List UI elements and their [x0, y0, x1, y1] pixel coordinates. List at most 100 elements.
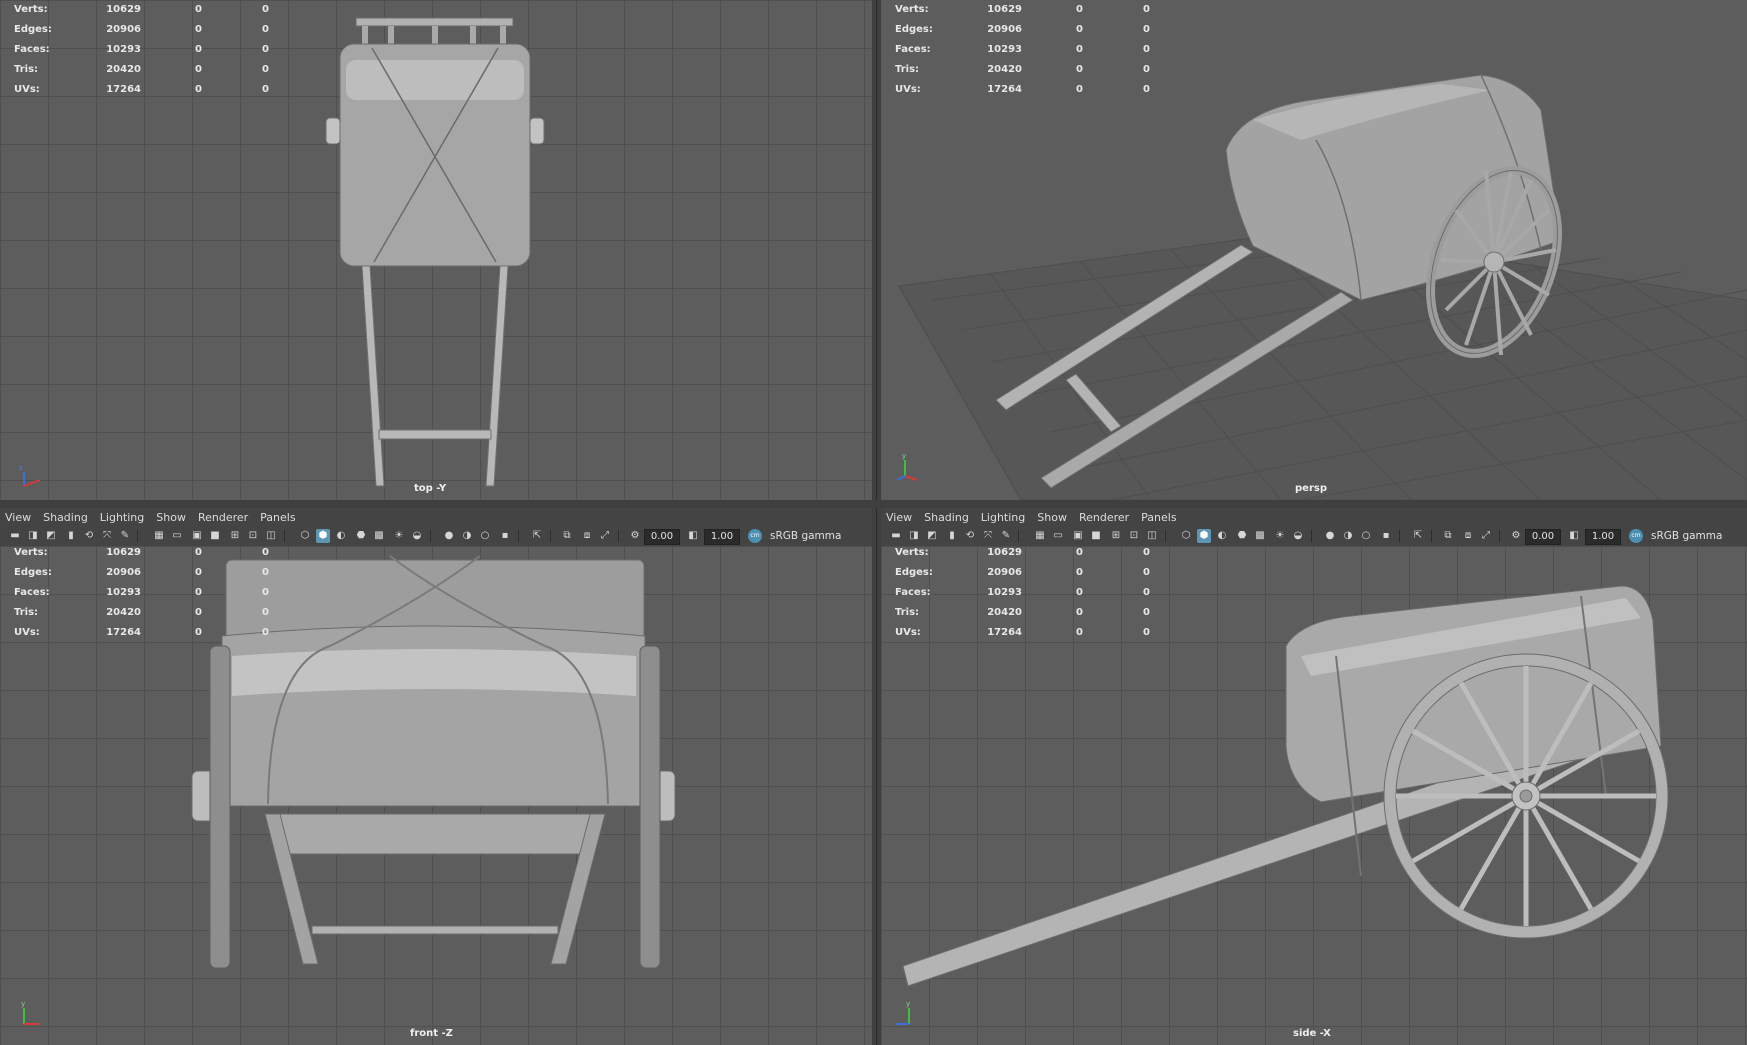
exposure-icon[interactable]: ⚙ — [628, 529, 642, 543]
menu-renderer[interactable]: Renderer — [193, 508, 255, 526]
xray-icon[interactable]: ● — [442, 529, 456, 543]
grid-icon[interactable]: ▦ — [1033, 529, 1047, 543]
color-space-label[interactable]: sRGB gamma — [1651, 530, 1722, 542]
image-plane-icon[interactable]: ⟲ — [963, 529, 977, 543]
camera-lock-icon[interactable]: ◩ — [44, 529, 58, 543]
edges-value: 20906 — [106, 24, 141, 35]
motion-blur-icon[interactable]: ▪ — [1379, 529, 1393, 543]
menu-panels[interactable]: Panels — [255, 508, 302, 526]
lighting-icon[interactable]: ☀ — [392, 529, 406, 543]
textured-icon[interactable]: ⬣ — [354, 529, 368, 543]
camera-icon[interactable]: ▬ — [889, 529, 903, 543]
isolate-select-icon[interactable]: ⇱ — [1411, 529, 1425, 543]
viewport-splitter-horizontal[interactable] — [0, 500, 1747, 508]
tris-label: Tris: — [895, 607, 920, 618]
viewport-splitter-vertical[interactable] — [872, 0, 881, 1045]
panel-toolbar: ▬ ◨ ◩ ▮ ⟲ ⤧ ✎ ▦ ▭ ▣ ■ ⊞ ⊡ ◫ ⬡ ⬢ ◐ ⬣ ▩ ☀ … — [881, 526, 1747, 547]
grid-icon[interactable]: ▦ — [152, 529, 166, 543]
gate-mask-icon[interactable]: ■ — [208, 529, 222, 543]
camera-lock-icon[interactable]: ◩ — [925, 529, 939, 543]
motion-blur-icon[interactable]: ▪ — [498, 529, 512, 543]
frame-selection-icon[interactable]: ⧈ — [580, 529, 594, 543]
gamma-icon[interactable]: ◧ — [686, 529, 700, 543]
uvs-value: 17264 — [987, 84, 1022, 95]
edges-value: 20906 — [987, 567, 1022, 578]
camera-icon[interactable]: ▬ — [8, 529, 22, 543]
menu-shading[interactable]: Shading — [38, 508, 95, 526]
wireframe-on-shaded-icon[interactable]: ◐ — [1215, 529, 1229, 543]
ambient-occlusion-icon[interactable]: ○ — [1359, 529, 1373, 543]
smooth-shade-icon[interactable]: ⬢ — [316, 529, 330, 543]
frame-all-icon[interactable]: ⧉ — [1441, 529, 1455, 543]
gamma-field[interactable]: 1.00 — [704, 529, 740, 545]
menu-view[interactable]: View — [0, 508, 38, 526]
two-d-pan-icon[interactable]: ⤧ — [100, 529, 114, 543]
viewport-top[interactable]: Verts: 10629 0 0 Edges: 20906 0 0 Faces: 10293 0… — [0, 0, 872, 500]
menu-renderer[interactable]: Renderer — [1074, 508, 1136, 526]
xray-joints-icon[interactable]: ◑ — [1341, 529, 1355, 543]
film-gate-icon[interactable]: ▭ — [1051, 529, 1065, 543]
safe-action-icon[interactable]: ⊡ — [246, 529, 260, 543]
wireframe-icon[interactable]: ⬡ — [1179, 529, 1193, 543]
menu-lighting[interactable]: Lighting — [95, 508, 151, 526]
safe-title-icon[interactable]: ◫ — [1145, 529, 1159, 543]
menu-show[interactable]: Show — [1032, 508, 1074, 526]
frame-all-icon[interactable]: ⧉ — [560, 529, 574, 543]
field-chart-icon[interactable]: ⊞ — [1109, 529, 1123, 543]
viewport-front[interactable]: View Shading Lighting Show Renderer Panels ▬ … — [0, 508, 872, 1045]
wireframe-icon[interactable]: ⬡ — [298, 529, 312, 543]
high-quality-icon[interactable]: ⤢ — [598, 529, 612, 543]
grease-pencil-icon[interactable]: ✎ — [118, 529, 132, 543]
use-all-lights-icon[interactable]: ▩ — [1253, 529, 1267, 543]
viewport-side[interactable]: View Shading Lighting Show Renderer Panels ▬ … — [881, 508, 1747, 1045]
textured-icon[interactable]: ⬣ — [1235, 529, 1249, 543]
gate-mask-icon[interactable]: ■ — [1089, 529, 1103, 543]
frame-selection-icon[interactable]: ⧈ — [1461, 529, 1475, 543]
color-space-label[interactable]: sRGB gamma — [770, 530, 841, 542]
resolution-gate-icon[interactable]: ▣ — [1071, 529, 1085, 543]
viewport-persp[interactable]: Verts: 10629 0 0 Edges: 20906 0 0 Faces: 10293 0… — [881, 0, 1747, 500]
menu-shading[interactable]: Shading — [919, 508, 976, 526]
camera-attributes-icon[interactable]: ◨ — [907, 529, 921, 543]
edges-selected: 0 — [1076, 24, 1083, 35]
wireframe-on-shaded-icon[interactable]: ◐ — [334, 529, 348, 543]
faces-label: Faces: — [895, 587, 931, 598]
menu-show[interactable]: Show — [151, 508, 193, 526]
lighting-icon[interactable]: ☀ — [1273, 529, 1287, 543]
smooth-shade-icon[interactable]: ⬢ — [1197, 529, 1211, 543]
shadows-icon[interactable]: ◒ — [1291, 529, 1305, 543]
faces-value: 10293 — [106, 587, 141, 598]
safe-title-icon[interactable]: ◫ — [264, 529, 278, 543]
exposure-field[interactable]: 0.00 — [644, 529, 680, 545]
exposure-icon[interactable]: ⚙ — [1509, 529, 1523, 543]
ambient-occlusion-icon[interactable]: ○ — [478, 529, 492, 543]
menu-panels[interactable]: Panels — [1136, 508, 1183, 526]
bookmark-icon[interactable]: ▮ — [945, 529, 959, 543]
camera-attributes-icon[interactable]: ◨ — [26, 529, 40, 543]
use-all-lights-icon[interactable]: ▩ — [372, 529, 386, 543]
film-gate-icon[interactable]: ▭ — [170, 529, 184, 543]
color-management-icon[interactable]: cm — [1629, 529, 1643, 543]
xray-joints-icon[interactable]: ◑ — [460, 529, 474, 543]
exposure-field[interactable]: 0.00 — [1525, 529, 1561, 545]
edges-selected: 0 — [195, 567, 202, 578]
edges-selected: 0 — [1076, 567, 1083, 578]
uvs-value: 17264 — [106, 627, 141, 638]
xray-icon[interactable]: ● — [1323, 529, 1337, 543]
bookmark-icon[interactable]: ▮ — [64, 529, 78, 543]
gamma-icon[interactable]: ◧ — [1567, 529, 1581, 543]
menu-lighting[interactable]: Lighting — [976, 508, 1032, 526]
color-management-icon[interactable]: cm — [748, 529, 762, 543]
two-d-pan-icon[interactable]: ⤧ — [981, 529, 995, 543]
isolate-select-icon[interactable]: ⇱ — [530, 529, 544, 543]
shadows-icon[interactable]: ◒ — [410, 529, 424, 543]
image-plane-icon[interactable]: ⟲ — [82, 529, 96, 543]
gamma-field[interactable]: 1.00 — [1585, 529, 1621, 545]
grease-pencil-icon[interactable]: ✎ — [999, 529, 1013, 543]
field-chart-icon[interactable]: ⊞ — [228, 529, 242, 543]
high-quality-icon[interactable]: ⤢ — [1479, 529, 1493, 543]
verts-tris: 0 — [1143, 547, 1150, 558]
safe-action-icon[interactable]: ⊡ — [1127, 529, 1141, 543]
resolution-gate-icon[interactable]: ▣ — [190, 529, 204, 543]
menu-view[interactable]: View — [881, 508, 919, 526]
